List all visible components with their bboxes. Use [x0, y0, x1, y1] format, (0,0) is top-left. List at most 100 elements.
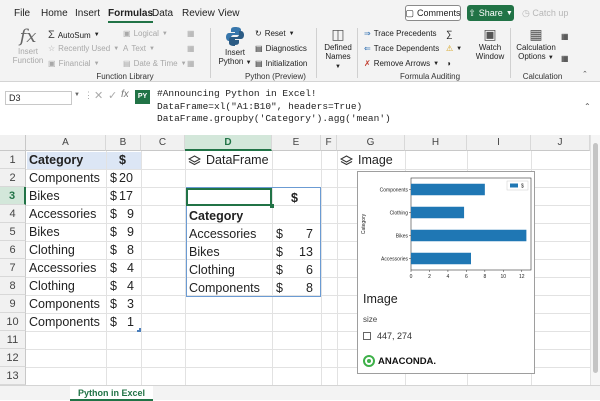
formula-input[interactable]: #Announcing Python in Excel! DataFrame=x…	[157, 88, 391, 126]
watch-window-button[interactable]: ▣ Watch Window	[473, 26, 507, 61]
autosum-button[interactable]: Σ AutoSum ▼	[48, 29, 100, 41]
cell-category[interactable]: Bikes	[29, 187, 60, 205]
menu-tab-insert[interactable]: Insert	[75, 8, 100, 19]
cell-category[interactable]: Accessories	[29, 205, 96, 223]
more-functions-3[interactable]: ▦	[187, 59, 195, 68]
sheet-tab-python-in-excel[interactable]: Python in Excel	[70, 386, 154, 401]
fill-handle[interactable]	[270, 204, 274, 208]
enter-icon[interactable]: ✓	[108, 89, 117, 102]
menu-tab-file[interactable]: File	[14, 8, 30, 19]
collapse-ribbon-icon[interactable]: ⌃	[582, 70, 588, 78]
share-button[interactable]: ⇧ Share ▼	[467, 5, 514, 21]
column-header-g[interactable]: G	[337, 135, 405, 151]
row-header-4[interactable]: 4	[0, 205, 26, 223]
row-header-6[interactable]: 6	[0, 241, 26, 259]
select-all-corner[interactable]	[0, 135, 26, 151]
trace-dependents-button[interactable]: ⇐ Trace Dependents	[364, 44, 439, 53]
trace-precedents-button[interactable]: ⇒ Trace Precedents	[364, 29, 437, 38]
column-header-c[interactable]: C	[141, 135, 185, 151]
error-checking-button[interactable]: ⚠ ▼	[446, 44, 462, 53]
date-time-button[interactable]: ▤ Date & Time ▼	[123, 59, 187, 68]
recently-used-button[interactable]: ☆ Recently Used ▼	[48, 44, 119, 53]
cell-amount[interactable]: 17	[119, 187, 133, 205]
cell-amount[interactable]: 4	[127, 277, 134, 295]
cell-category[interactable]: Components	[29, 169, 100, 187]
remove-arrows-button[interactable]: ✗ Remove Arrows ▼	[364, 59, 439, 68]
row-header-7[interactable]: 7	[0, 259, 26, 277]
menu-tab-data[interactable]: Data	[152, 8, 173, 19]
calc-options-label-1: Calculation	[516, 43, 556, 52]
cell-category[interactable]: Bikes	[29, 223, 60, 241]
column-header-i[interactable]: I	[467, 135, 531, 151]
catch-up-button[interactable]: ◷ Catch up	[522, 8, 568, 19]
insert-function-button[interactable]: fx Insert Function	[12, 26, 44, 65]
active-cell-d3[interactable]	[186, 188, 272, 206]
column-header-a[interactable]: A	[26, 135, 106, 151]
name-box-dropdown-icon[interactable]: ▼	[74, 92, 80, 98]
cell-category[interactable]: Clothing	[29, 277, 75, 295]
cell-amount[interactable]: 3	[127, 295, 134, 313]
defined-names-button[interactable]: ◫ Defined Names ▼	[322, 26, 354, 70]
calculation-options-button[interactable]: ▦ Calculation Options ▼	[514, 26, 558, 61]
cancel-icon[interactable]: ✕	[94, 89, 103, 102]
more-functions-1[interactable]: ▦	[187, 29, 195, 38]
cell-b1[interactable]: $	[119, 151, 126, 169]
column-header-f[interactable]: F	[321, 135, 337, 151]
column-header-e[interactable]: E	[272, 135, 321, 151]
cell-amount[interactable]: 1	[127, 313, 134, 331]
logical-button[interactable]: ▣ Logical ▼	[123, 29, 168, 38]
column-header-d[interactable]: D	[185, 135, 272, 151]
column-header-b[interactable]: B	[106, 135, 141, 151]
row-header-2[interactable]: 2	[0, 169, 26, 187]
row-header-9[interactable]: 9	[0, 295, 26, 313]
cell-category[interactable]: Accessories	[29, 259, 96, 277]
name-box[interactable]: D3	[5, 91, 72, 105]
cell-category[interactable]: Components	[29, 313, 100, 331]
scrollbar-thumb[interactable]	[593, 143, 598, 373]
row-header-8[interactable]: 8	[0, 277, 26, 295]
row-header-10[interactable]: 10	[0, 313, 26, 331]
menu-tab-formulas[interactable]: Formulas	[108, 8, 154, 23]
insert-python-button[interactable]: Insert Python ▼	[218, 26, 252, 66]
diagnostics-button[interactable]: ▤ Diagnostics	[255, 44, 307, 53]
insert-function-icon[interactable]: fx	[121, 89, 129, 100]
initialization-button[interactable]: ▤ Initialization	[255, 59, 307, 68]
more-functions-2[interactable]: ▦	[187, 44, 195, 53]
column-header-h[interactable]: H	[405, 135, 467, 151]
cell-amount[interactable]: 9	[127, 205, 134, 223]
row-header-13[interactable]: 13	[0, 367, 26, 385]
cell-amount[interactable]: 4	[127, 259, 134, 277]
cell-category[interactable]: Clothing	[29, 241, 75, 259]
cell-amount[interactable]: 20	[119, 169, 133, 187]
row-header-11[interactable]: 11	[0, 331, 26, 349]
calculate-now-button[interactable]: ▦	[561, 32, 569, 41]
cell-amount[interactable]: 8	[127, 241, 134, 259]
evaluate-formula-button[interactable]: ◑	[446, 59, 451, 68]
calculate-sheet-icon: ▦	[561, 54, 569, 63]
reset-icon: ↻	[255, 29, 262, 38]
recently-used-label: Recently Used	[58, 44, 111, 53]
row-header-5[interactable]: 5	[0, 223, 26, 241]
comments-button[interactable]: ▢ Comments	[405, 5, 461, 21]
text-button[interactable]: A Text ▼	[123, 44, 155, 53]
menu-tab-home[interactable]: Home	[41, 8, 68, 19]
image-card[interactable]: Components Clothing Bikes Accessories 0 2 4 6 8 1…	[357, 171, 535, 374]
row-header-3[interactable]: 3	[0, 187, 26, 205]
calculate-sheet-button[interactable]: ▦	[561, 54, 569, 63]
cell-category[interactable]: Components	[29, 295, 100, 313]
menu-tab-view[interactable]: View	[218, 8, 240, 19]
row-header-12[interactable]: 12	[0, 349, 26, 367]
financial-button[interactable]: ▣ Financial ▼	[48, 59, 100, 68]
ribbon-separator	[357, 28, 358, 78]
column-header-j[interactable]: J	[531, 135, 590, 151]
cell-amount[interactable]: 9	[127, 223, 134, 241]
cell-a1[interactable]: Category	[29, 151, 83, 169]
show-formulas-button[interactable]: ∑	[446, 29, 452, 39]
vertical-scrollbar[interactable]	[590, 135, 600, 400]
reset-button[interactable]: ↻ Reset ▼	[255, 29, 295, 38]
row-header-1[interactable]: 1	[0, 151, 26, 169]
collapse-formula-bar-icon[interactable]: ⌃	[584, 102, 591, 111]
menu-tab-review[interactable]: Review	[182, 8, 215, 19]
insert-function-label-2: Function	[12, 56, 44, 65]
chevron-down-icon: ▼	[288, 30, 295, 37]
